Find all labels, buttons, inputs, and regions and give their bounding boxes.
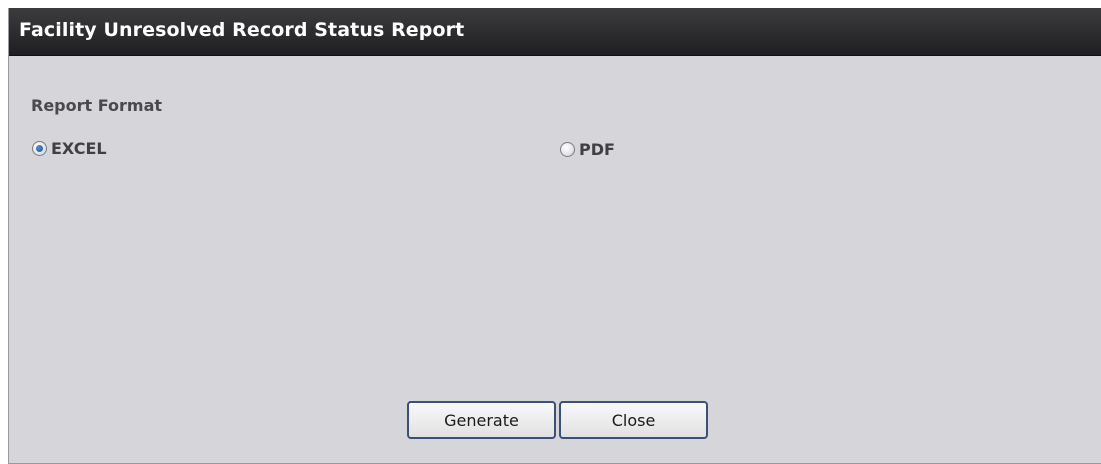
report-dialog: Facility Unresolved Record Status Report…	[8, 8, 1101, 464]
excel-radio-option[interactable]: EXCEL	[32, 139, 107, 158]
dialog-titlebar: Facility Unresolved Record Status Report	[9, 8, 1101, 56]
dialog-title: Facility Unresolved Record Status Report	[19, 19, 465, 41]
pdf-radio-option[interactable]: PDF	[560, 140, 615, 159]
generate-button[interactable]: Generate	[407, 401, 556, 439]
excel-radio-label[interactable]: EXCEL	[51, 139, 107, 158]
excel-radio-button[interactable]	[32, 141, 47, 156]
report-format-label: Report Format	[31, 96, 163, 115]
close-button[interactable]: Close	[559, 401, 708, 439]
pdf-radio-label[interactable]: PDF	[579, 140, 615, 159]
pdf-radio-button[interactable]	[560, 142, 575, 157]
